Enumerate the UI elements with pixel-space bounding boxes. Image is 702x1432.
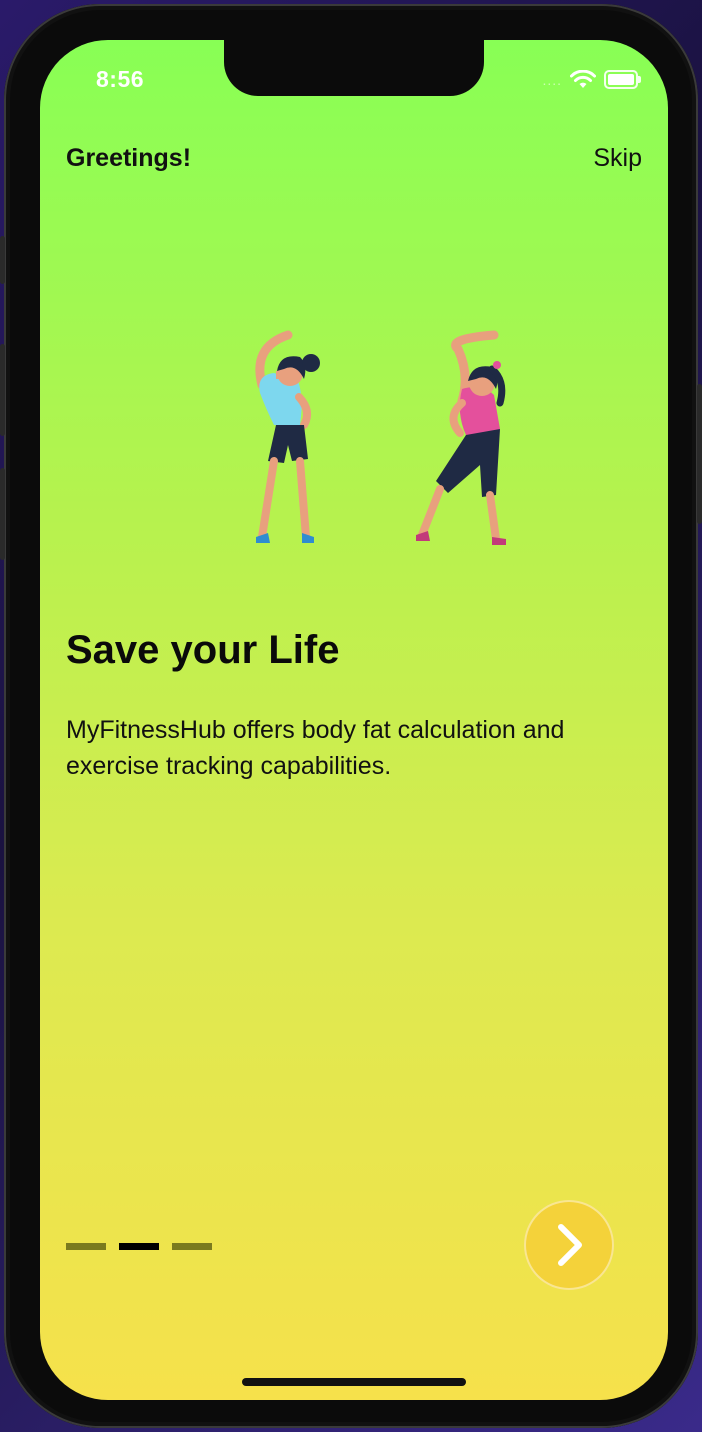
mute-switch <box>0 236 5 284</box>
status-time: 8:56 <box>96 66 145 92</box>
woman-pink-figure <box>416 330 506 545</box>
app-screen: 8:56 .... Greetings! Skip Save your Life… <box>40 40 668 1400</box>
page-dash-1 <box>66 1243 106 1250</box>
next-button[interactable] <box>524 1200 614 1290</box>
power-button <box>697 384 702 524</box>
chevron-right-icon <box>558 1224 582 1266</box>
status-icons: .... <box>542 70 641 89</box>
wifi-icon <box>570 70 596 88</box>
greeting-text: Greetings! <box>66 144 192 172</box>
volume-up-button <box>0 344 5 436</box>
page-description: MyFitnessHub offers body fat calculation… <box>66 716 565 780</box>
women-stretching-illustration <box>255 330 506 545</box>
skip-button[interactable]: Skip <box>593 144 642 173</box>
home-indicator <box>242 1378 466 1386</box>
phone-frame: 8:56 .... Greetings! Skip Save your Life… <box>0 4 702 1428</box>
page-title: Save your Life <box>66 628 340 672</box>
notch <box>224 40 484 96</box>
page-indicator <box>66 1243 212 1250</box>
page-dash-2 <box>119 1243 159 1250</box>
signal-dots: .... <box>542 71 562 88</box>
woman-blue-figure <box>255 330 320 543</box>
page-dash-3 <box>172 1243 212 1250</box>
volume-down-button <box>0 468 5 560</box>
battery-icon <box>604 70 641 89</box>
